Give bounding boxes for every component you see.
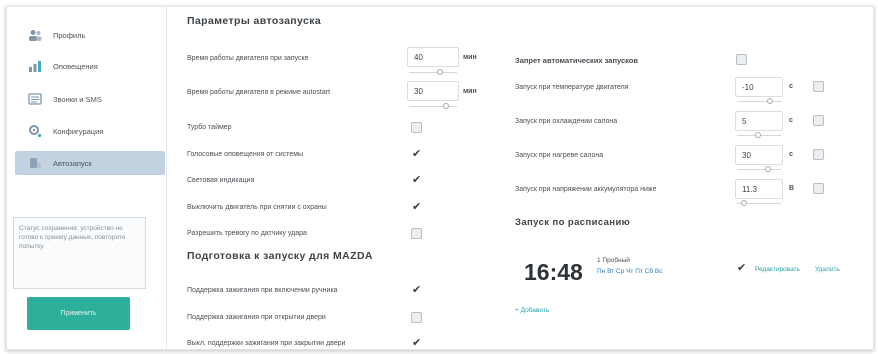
sidebar-item-label: Звонки и SMS: [53, 94, 102, 104]
exit-hold-checkbox[interactable]: [411, 336, 422, 349]
exit-hold-label: Выкл. поддержки зажигания при закрытии д…: [187, 339, 346, 347]
light-indication-checkbox[interactable]: [411, 173, 422, 186]
schedule-days: Пн Вт Ср Чт Пт Сб Вс: [597, 268, 663, 275]
sidebar-item-label: Профиль: [53, 30, 86, 40]
shutdown-checkbox[interactable]: [411, 200, 422, 213]
battery-checkbox[interactable]: [813, 183, 824, 194]
cabin-heat-unit: с: [789, 151, 793, 158]
schedule-delete-link[interactable]: Удалить: [815, 266, 840, 273]
cabin-heat-checkbox[interactable]: [813, 149, 824, 160]
engine-temp-slider-knob[interactable]: [767, 98, 773, 104]
engine-time-turbo-unit: мин: [463, 88, 477, 95]
car-icon: [27, 156, 43, 170]
schedule-label: 1 Пробный: [597, 257, 630, 264]
engine-time-turbo-slider-knob[interactable]: [443, 103, 449, 109]
cabin-cool-input[interactable]: 5: [735, 111, 783, 131]
engine-temp-checkbox[interactable]: [813, 81, 824, 92]
engine-time-input[interactable]: 40: [407, 47, 459, 67]
engine-temp-slider[interactable]: [737, 101, 781, 102]
sidebar: Профиль Оповещения Звонки и SMS Конфигур…: [7, 7, 167, 349]
ignition-hold-label: Поддержка зажигания при включении ручник…: [187, 286, 338, 294]
battery-unit: В: [789, 185, 795, 192]
ignition-hold-checkbox[interactable]: [411, 283, 422, 296]
engine-time-label: Время работы двигателя при запуске: [187, 54, 309, 62]
sidebar-item-profile[interactable]: Профиль: [15, 23, 165, 47]
schedule-time: 16:48: [524, 259, 583, 285]
sidebar-item-notifications[interactable]: Оповещения: [15, 54, 165, 78]
apply-button[interactable]: Применить: [27, 297, 130, 330]
door-hold-checkbox[interactable]: [411, 312, 422, 323]
turbo-timer-checkbox[interactable]: [411, 122, 422, 133]
cabin-cool-checkbox[interactable]: [813, 115, 824, 126]
schedule-add-link[interactable]: + Добавить: [515, 307, 549, 314]
shutdown-label: Выключить двигатель при снятии с охраны: [187, 203, 327, 211]
allow-trunk-label: Разрешить тревогу по датчику удара: [187, 229, 307, 237]
engine-time-turbo-slider[interactable]: [409, 106, 457, 107]
sidebar-item-label: Конфигурация: [53, 126, 104, 136]
users-icon: [27, 28, 43, 42]
allow-trunk-checkbox[interactable]: [411, 228, 422, 239]
schedule-edit-link[interactable]: Редактировать: [755, 266, 800, 273]
engine-time-turbo-label: Время работы двигателя в режиме autostar…: [187, 88, 331, 96]
sound-notify-checkbox[interactable]: [411, 147, 422, 160]
door-hold-label: Поддержка зажигания при открытии двери: [187, 313, 326, 321]
forbid-auto-title: Запрет автоматических запусков: [515, 55, 639, 65]
engine-temp-label: Запуск при температуре двигателя: [515, 83, 629, 91]
cabin-heat-slider[interactable]: [737, 169, 781, 170]
engine-time-unit: мин: [463, 54, 477, 61]
forbid-auto-checkbox[interactable]: [736, 54, 747, 65]
light-indication-label: Световая индикация: [187, 176, 255, 184]
cabin-cool-unit: с: [789, 117, 793, 124]
battery-input[interactable]: 11.3: [735, 179, 783, 199]
gear-icon: [27, 124, 43, 138]
sound-notify-label: Голосовые оповещения от системы: [187, 150, 304, 158]
engine-time-slider-knob[interactable]: [437, 69, 443, 75]
cabin-heat-slider-knob[interactable]: [765, 166, 771, 172]
sidebar-item-label: Оповещения: [53, 61, 98, 71]
schedule-title: Запуск по расписанию: [515, 217, 631, 228]
list-icon: [27, 92, 43, 106]
app-window: Профиль Оповещения Звонки и SMS Конфигур…: [6, 6, 874, 350]
autostart-title: Параметры автозапуска: [187, 15, 322, 27]
cabin-cool-slider-knob[interactable]: [755, 132, 761, 138]
battery-label: Запуск при напряжении аккумулятора ниже: [515, 185, 657, 193]
engine-temp-input[interactable]: -10: [735, 77, 783, 97]
engine-time-slider[interactable]: [409, 72, 457, 73]
sidebar-item-configuration[interactable]: Конфигурация: [15, 119, 165, 143]
cabin-heat-label: Запуск при нагреве салона: [515, 151, 604, 159]
schedule-enabled-checkbox[interactable]: [736, 261, 747, 274]
chart-icon: [27, 59, 43, 73]
cabin-heat-input[interactable]: 30: [735, 145, 783, 165]
engine-time-turbo-input[interactable]: 30: [407, 81, 459, 101]
turbo-timer-label: Турбо таймер: [187, 123, 232, 131]
cabin-cool-label: Запуск при охлаждении салона: [515, 117, 618, 125]
sidebar-item-autostart[interactable]: Автозапуск: [15, 151, 165, 175]
preparation-title: Подготовка к запуску для MAZDA: [187, 250, 373, 262]
battery-slider-knob[interactable]: [741, 200, 747, 206]
sidebar-item-calls-sms[interactable]: Звонки и SMS: [15, 87, 165, 111]
engine-temp-unit: с: [789, 83, 793, 90]
save-status-message: Статус сохранения: устройство не готово …: [13, 217, 146, 289]
sidebar-item-label: Автозапуск: [53, 158, 92, 168]
